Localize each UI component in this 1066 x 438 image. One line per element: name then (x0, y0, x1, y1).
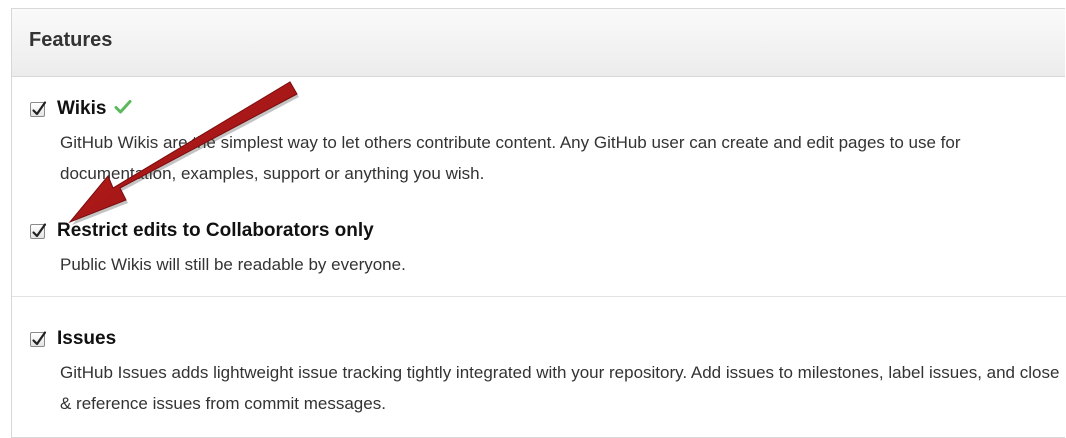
issues-checkbox[interactable] (30, 330, 47, 347)
wikis-description: GitHub Wikis are the simplest way to let… (60, 133, 961, 183)
wikis-checkbox[interactable] (30, 100, 47, 117)
checkmark-icon (32, 222, 47, 237)
restrict-edits-description: Public Wikis will still be readable by e… (60, 255, 406, 274)
restrict-edits-label[interactable]: Restrict edits to Collaborators only (57, 220, 374, 242)
features-panel: Features Wikis GitHub Wikis are the simp… (11, 8, 1066, 438)
restrict-edits-checkbox[interactable] (30, 222, 47, 239)
restrict-edits-option: Restrict edits to Collaborators only Pub… (30, 219, 1066, 280)
issues-section: Issues GitHub Issues adds lightweight is… (12, 298, 1066, 438)
issues-description: GitHub Issues adds lightweight issue tra… (60, 363, 1060, 413)
checkmark-icon (32, 330, 47, 345)
issues-option: Issues GitHub Issues adds lightweight is… (30, 327, 1066, 419)
wikis-section: Wikis GitHub Wikis are the simplest way … (12, 78, 1066, 297)
issues-label[interactable]: Issues (57, 328, 116, 350)
checkmark-icon (32, 100, 47, 115)
wikis-label[interactable]: Wikis (57, 98, 106, 120)
green-checkmark-icon (114, 99, 132, 120)
features-header: Features (12, 9, 1065, 77)
features-title: Features (29, 29, 113, 51)
wikis-option: Wikis GitHub Wikis are the simplest way … (30, 97, 1066, 189)
